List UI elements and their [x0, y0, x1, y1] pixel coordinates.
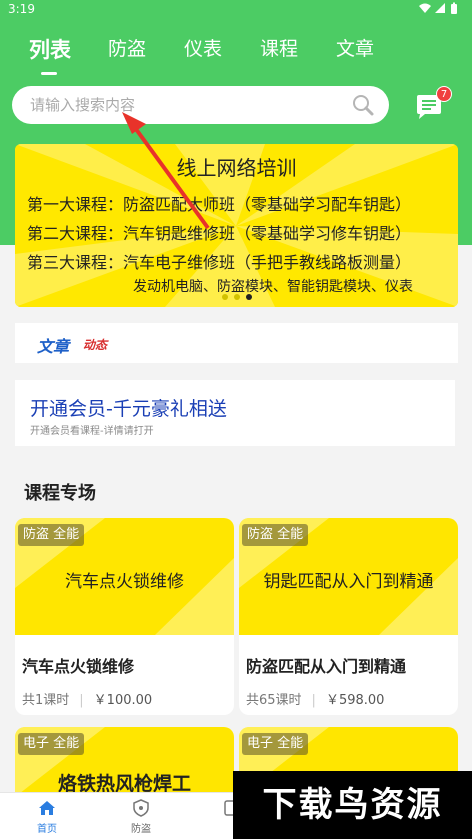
banner-line: 第一大课程：防盗匹配大师班（零基础学习配车钥匙） [27, 195, 412, 214]
banner-line: 第二大课程：汽车钥匙维修班（零基础学习修车钥匙） [27, 224, 412, 243]
messages-button[interactable]: 7 [414, 86, 452, 122]
nav-antitheft-label: 防盗 [131, 824, 151, 835]
tab-list[interactable]: 列表 [29, 34, 71, 64]
course-lessons: 共65课时 [246, 693, 302, 708]
banner-line: 发动机电脑、防盗模块、智能钥匙模块、仪表 [133, 279, 413, 295]
course-cover-title: 汽车点火锁维修 [65, 572, 184, 592]
search-bar[interactable] [12, 86, 389, 124]
news-label-dynamic: 动态 [83, 338, 108, 352]
course-cover: 防盗 全能 钥匙匹配从入门到精通 [239, 518, 458, 635]
course-meta: 共65课时 | ￥598.00 [246, 693, 385, 708]
course-card[interactable]: 防盗 全能 钥匙匹配从入门到精通 防盗匹配从入门到精通 共65课时 | ￥598.0… [239, 518, 458, 715]
course-tag: 电子 全能 [242, 733, 309, 755]
carousel-dot[interactable] [234, 294, 240, 300]
carousel-dot[interactable] [222, 294, 228, 300]
course-tag: 电子 全能 [18, 733, 85, 755]
active-tab-indicator [41, 72, 57, 75]
status-indicators [418, 2, 464, 17]
tab-antitheft[interactable]: 防盗 [108, 34, 146, 61]
course-tag: 防盗 全能 [18, 524, 85, 546]
status-bar: 3:19 [0, 0, 472, 20]
home-icon [39, 801, 55, 815]
banner-title: 线上网络培训 [176, 156, 297, 180]
course-price: ￥598.00 [325, 693, 385, 708]
carousel-dots [222, 294, 262, 302]
news-label-article: 文章 [37, 337, 70, 356]
shield-icon [133, 799, 149, 817]
carousel-dot-active[interactable] [246, 294, 252, 300]
course-meta: 共1课时 | ￥100.00 [22, 693, 153, 708]
nav-antitheft[interactable]: 防盗 [116, 799, 166, 835]
wifi-signal-battery-icon [419, 2, 457, 14]
section-title: 课程专场 [24, 483, 96, 504]
course-tag: 防盗 全能 [242, 524, 309, 546]
course-price: ￥100.00 [93, 693, 153, 708]
status-time: 3:19 [8, 2, 35, 16]
nav-home[interactable]: 首页 [22, 799, 72, 835]
banner-line: 第三大课程：汽车电子维修班（手把手教线路板测量） [27, 253, 412, 272]
course-name: 汽车点火锁维修 [22, 657, 135, 676]
tab-articles[interactable]: 文章 [336, 34, 374, 61]
course-lessons: 共1课时 [22, 693, 70, 708]
course-cover-title: 钥匙匹配从入门到精通 [263, 572, 434, 592]
course-card[interactable]: 防盗 全能 汽车点火锁维修 汽车点火锁维修 共1课时 | ￥100.00 [15, 518, 234, 715]
app-screen: 3:19 列表 防盗 仪表 课程 文章 请输入搜索内容 7 线上网络培训 第一大… [0, 0, 472, 839]
top-tabs: 列表 防盗 仪表 课程 文章 [0, 34, 472, 70]
vip-title: 开通会员-千元豪礼相送 [30, 398, 227, 420]
vip-promo-card[interactable]: 开通会员-千元豪礼相送 开通会员看课程-详情请打开 [15, 380, 455, 446]
course-name: 防盗匹配从入门到精通 [246, 657, 407, 676]
watermark-logo: 下载鸟资源 [233, 771, 472, 839]
tab-courses[interactable]: 课程 [260, 34, 298, 61]
search-input[interactable] [30, 92, 350, 118]
news-strip[interactable]: 文章 动态 [15, 323, 458, 363]
vip-subtitle: 开通会员看课程-详情请打开 [30, 426, 154, 437]
course-cover: 防盗 全能 汽车点火锁维修 [15, 518, 234, 635]
message-count-badge: 7 [436, 86, 452, 102]
nav-home-label: 首页 [37, 824, 57, 835]
search-icon[interactable] [351, 93, 375, 117]
promo-banner[interactable]: 线上网络培训 第一大课程：防盗匹配大师班（零基础学习配车钥匙） 第二大课程：汽车… [15, 144, 458, 307]
tab-dashboard[interactable]: 仪表 [184, 34, 222, 61]
